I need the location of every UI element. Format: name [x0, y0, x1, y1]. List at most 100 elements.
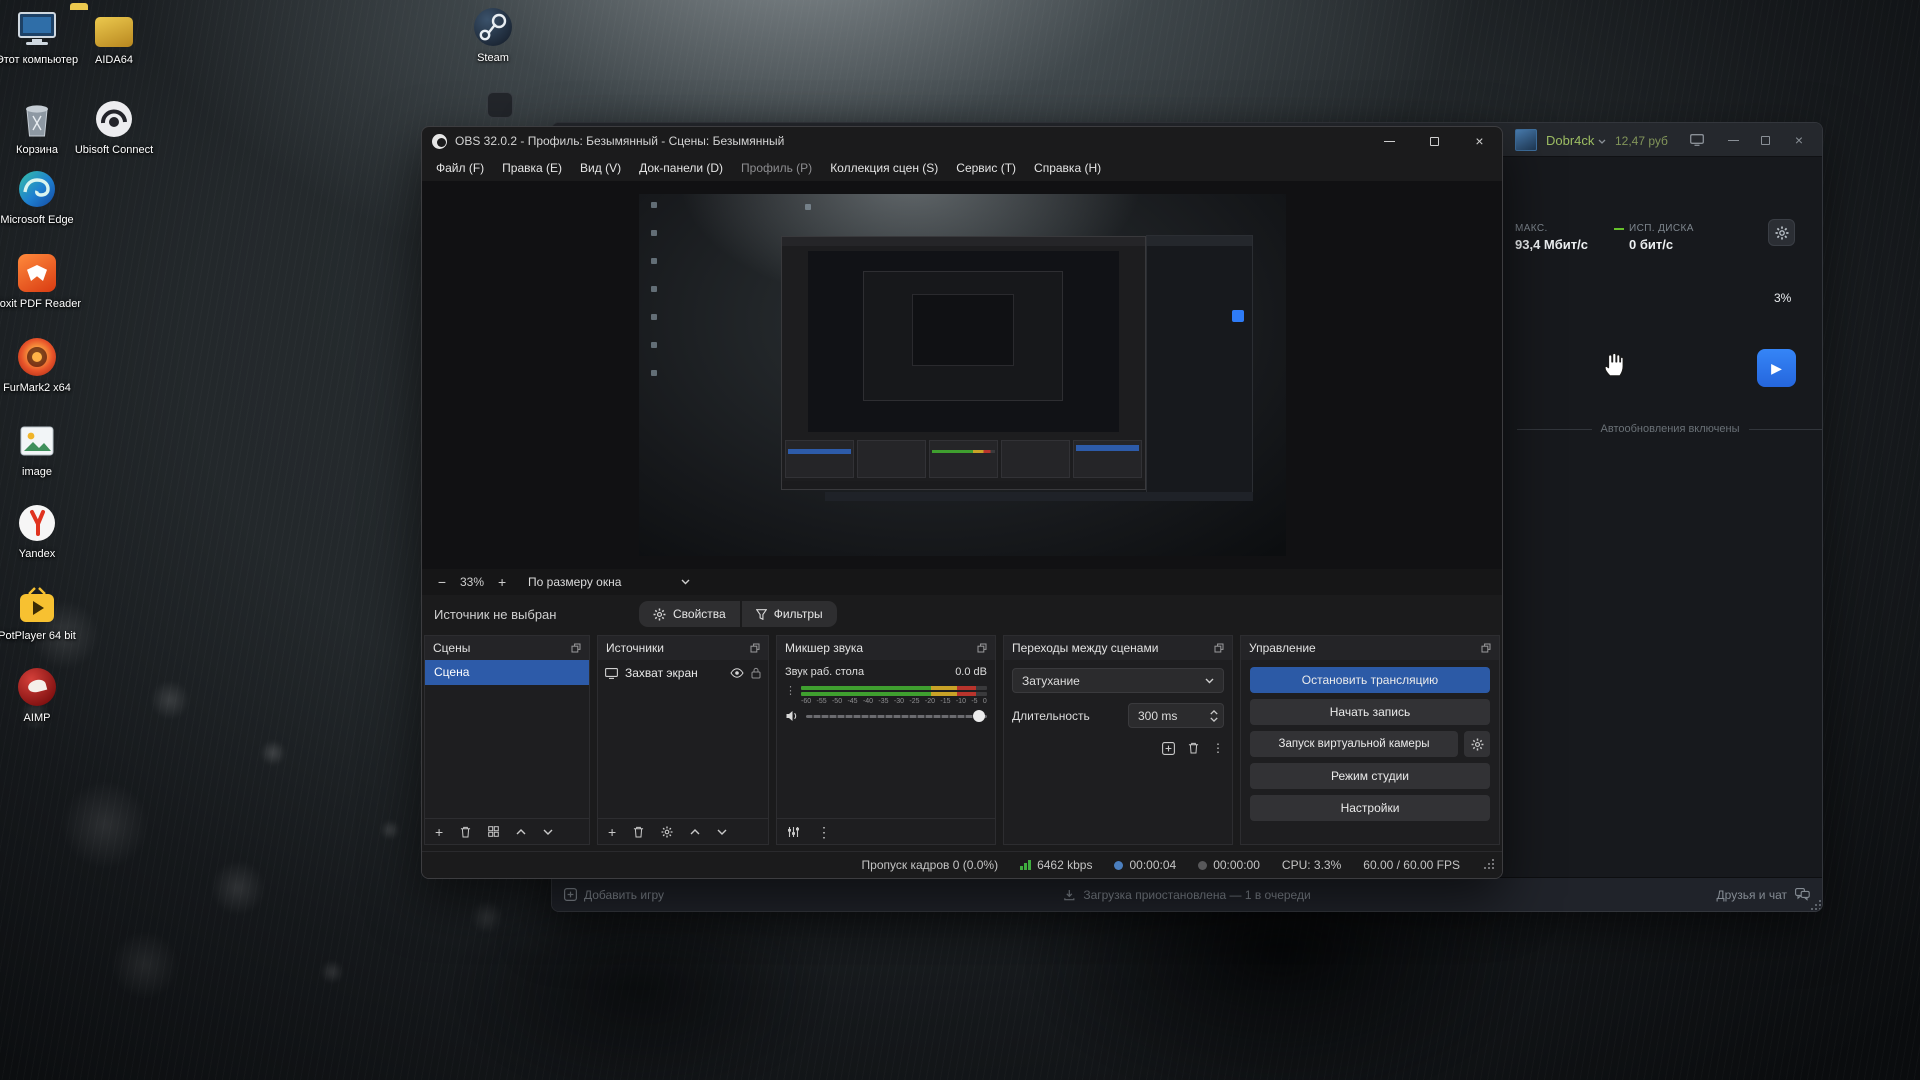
- mixer-channel-menu[interactable]: ⋮: [785, 686, 796, 705]
- this-pc-icon: [16, 8, 58, 50]
- zoom-out-button[interactable]: −: [432, 574, 452, 590]
- source-item[interactable]: Захват экран: [598, 660, 768, 686]
- scenes-dock-header[interactable]: Сцены: [425, 636, 589, 660]
- virtual-camera-settings-button[interactable]: [1464, 731, 1490, 757]
- duration-label: Длительность: [1012, 709, 1090, 723]
- mixer-settings-button[interactable]: [787, 826, 800, 838]
- mixer-more-button[interactable]: ⋮: [817, 825, 831, 839]
- resume-download-button[interactable]: ▶: [1757, 349, 1796, 387]
- dock-float-icon[interactable]: [1214, 643, 1224, 653]
- minimize-button[interactable]: [1367, 127, 1412, 155]
- add-source-button[interactable]: +: [608, 825, 616, 839]
- add-scene-button[interactable]: +: [435, 825, 443, 839]
- resize-grip-icon[interactable]: [1484, 867, 1486, 869]
- desktop-icon-unlabeled[interactable]: [480, 92, 520, 122]
- duration-input[interactable]: 300 ms: [1128, 703, 1224, 728]
- scene-move-up-button[interactable]: [516, 829, 526, 835]
- preview-canvas[interactable]: [639, 194, 1286, 556]
- controls-dock-header[interactable]: Управление: [1241, 636, 1499, 660]
- zoom-fit-select[interactable]: По размеру окна: [520, 573, 698, 591]
- app-icon: [487, 92, 513, 118]
- menu-docks[interactable]: Док-панели (D): [630, 157, 732, 179]
- transition-select[interactable]: Затухание: [1012, 668, 1224, 693]
- transitions-dock-header[interactable]: Переходы между сценами: [1004, 636, 1232, 660]
- source-filters-button[interactable]: Фильтры: [742, 601, 837, 627]
- desktop-icon-yandex[interactable]: Yandex: [0, 502, 83, 561]
- obs-titlebar[interactable]: OBS 32.0.2 - Профиль: Безымянный - Сцены…: [422, 127, 1502, 155]
- source-properties-button[interactable]: Свойства: [639, 601, 740, 627]
- menu-edit[interactable]: Правка (E): [493, 157, 571, 179]
- scene-grid-mode-button[interactable]: [488, 826, 499, 837]
- spin-up-icon[interactable]: [1210, 710, 1218, 715]
- download-settings-button[interactable]: [1768, 219, 1795, 246]
- steam-wallet-balance[interactable]: 12,47 руб: [1615, 134, 1668, 148]
- mixer-dock-header[interactable]: Микшер звука: [777, 636, 995, 660]
- remove-scene-button[interactable]: [460, 826, 471, 838]
- scene-move-down-button[interactable]: [543, 829, 553, 835]
- spin-down-icon[interactable]: [1210, 717, 1218, 722]
- transition-more-button[interactable]: ⋮: [1212, 741, 1224, 755]
- sources-dock-header[interactable]: Источники: [598, 636, 768, 660]
- minimize-button[interactable]: [1718, 123, 1748, 157]
- eye-visibility-icon[interactable]: [730, 668, 744, 678]
- settings-button[interactable]: Настройки: [1250, 795, 1490, 821]
- recycle-bin-icon: [16, 98, 58, 140]
- desktop-icon-potplayer[interactable]: PotPlayer 64 bit: [0, 584, 83, 643]
- chevron-down-icon[interactable]: [1598, 139, 1606, 144]
- desktop-icon-aida64[interactable]: AIDA64: [68, 8, 160, 67]
- gear-icon: [1471, 738, 1484, 751]
- lock-icon[interactable]: [751, 667, 761, 679]
- menu-file[interactable]: Файл (F): [427, 157, 493, 179]
- menu-profile[interactable]: Профиль (P): [732, 157, 821, 179]
- close-button[interactable]: ×: [1457, 127, 1502, 155]
- grid-icon: [488, 826, 499, 837]
- preview-obs-window: [781, 236, 1146, 490]
- source-properties-toolbar-button[interactable]: [661, 826, 673, 838]
- menu-scene-collection[interactable]: Коллекция сцен (S): [821, 157, 947, 179]
- remove-transition-button[interactable]: [1188, 742, 1199, 754]
- big-picture-icon[interactable]: [1682, 123, 1712, 157]
- resize-grip-icon[interactable]: [1815, 904, 1817, 906]
- remove-source-button[interactable]: [633, 826, 644, 838]
- source-move-up-button[interactable]: [690, 829, 700, 835]
- desktop-icon-aimp[interactable]: AIMP: [0, 666, 83, 725]
- desktop-icon-foxit-pdf[interactable]: Foxit PDF Reader: [0, 252, 83, 311]
- mixer-toolbar: ⋮: [777, 818, 995, 844]
- close-button[interactable]: ×: [1784, 123, 1814, 157]
- download-status[interactable]: Загрузка приостановлена — 1 в очереди: [1063, 888, 1310, 902]
- desktop-icon-image[interactable]: image: [0, 420, 83, 479]
- dock-float-icon[interactable]: [977, 643, 987, 653]
- dock-float-icon[interactable]: [750, 643, 760, 653]
- volume-slider[interactable]: [806, 715, 987, 718]
- volume-slider-knob[interactable]: [973, 710, 985, 722]
- download-status-label: Загрузка приостановлена — 1 в очереди: [1083, 888, 1310, 902]
- start-virtual-camera-button[interactable]: Запуск виртуальной камеры: [1250, 731, 1458, 757]
- menu-help[interactable]: Справка (H): [1025, 157, 1110, 179]
- scene-item[interactable]: Сцена: [425, 660, 589, 685]
- desktop-icon-furmark[interactable]: FurMark2 x64: [0, 336, 83, 395]
- add-transition-button[interactable]: [1162, 742, 1175, 755]
- steam-username[interactable]: Dobr4ck: [1546, 133, 1594, 148]
- steam-avatar[interactable]: [1515, 129, 1537, 151]
- menu-tools[interactable]: Сервис (T): [947, 157, 1025, 179]
- dock-float-icon[interactable]: [1481, 643, 1491, 653]
- add-game-button[interactable]: Добавить игру: [564, 888, 664, 902]
- speaker-icon[interactable]: [785, 710, 799, 722]
- display-capture-icon: [605, 668, 618, 679]
- source-move-down-button[interactable]: [717, 829, 727, 835]
- menu-view[interactable]: Вид (V): [571, 157, 630, 179]
- aimp-icon: [16, 666, 58, 708]
- desktop-icon-ubisoft-connect[interactable]: Ubisoft Connect: [68, 98, 160, 157]
- start-recording-button[interactable]: Начать запись: [1250, 699, 1490, 725]
- desktop-icon-steam[interactable]: Steam: [447, 6, 539, 65]
- maximize-button[interactable]: [1750, 123, 1780, 157]
- maximize-button[interactable]: [1412, 127, 1457, 155]
- zoom-in-button[interactable]: +: [492, 574, 512, 590]
- bitrate-value: 6462 kbps: [1037, 858, 1092, 872]
- studio-mode-button[interactable]: Режим студии: [1250, 763, 1490, 789]
- desktop-icon-microsoft-edge[interactable]: Microsoft Edge: [0, 168, 83, 227]
- dock-float-icon[interactable]: [571, 643, 581, 653]
- friends-and-chat-button[interactable]: Друзья и чат: [1717, 888, 1810, 902]
- network-max-value: 93,4 Мбит/с: [1515, 237, 1588, 252]
- stop-streaming-button[interactable]: Остановить трансляцию: [1250, 667, 1490, 693]
